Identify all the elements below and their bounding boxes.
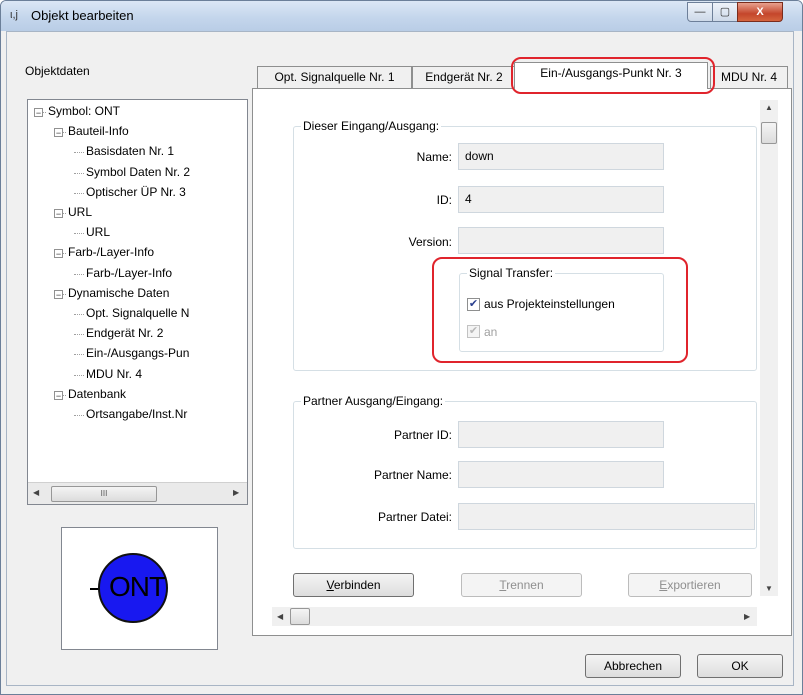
maximize-button[interactable]: ▢ (712, 2, 738, 22)
connect-button-text: erbinden (333, 578, 381, 592)
tree-collapse-icon[interactable]: − (34, 108, 43, 118)
tree-item[interactable]: Basisdaten Nr. 1 (86, 144, 174, 158)
scroll-down-arrow-icon[interactable]: ▼ (765, 584, 773, 593)
partner-id-label: Partner ID: (393, 428, 452, 442)
signal-on-label: an (484, 325, 498, 339)
tree-connector (63, 132, 66, 134)
tree-collapse-icon[interactable]: − (54, 249, 63, 259)
disconnect-button-text: rennen (506, 578, 544, 592)
tree-collapse-icon[interactable]: − (54, 209, 63, 219)
close-button[interactable]: X (737, 2, 783, 22)
partner-file-label: Partner Datei: (377, 510, 452, 524)
project-settings-checkbox[interactable]: ✔ (467, 298, 480, 311)
tree-connector (74, 314, 84, 315)
scroll-right-arrow-icon[interactable]: ▶ (233, 488, 239, 497)
title-bar[interactable]: ι,ϳ Objekt bearbeiten — ▢ X (1, 1, 802, 31)
tree-connector (63, 394, 66, 396)
tree-item[interactable]: Dynamische Daten (68, 286, 169, 300)
tree-connector (74, 354, 84, 356)
app-icon: ι,ϳ (10, 9, 18, 21)
export-button[interactable]: Exportieren (628, 573, 752, 597)
tree-item[interactable]: Farb-/Layer-Info (86, 266, 172, 280)
tree-item[interactable]: Datenbank (68, 387, 126, 401)
signal-transfer-title: Signal Transfer: (467, 266, 556, 280)
tree-connector (43, 112, 46, 113)
tree-item[interactable]: Bauteil-Info (68, 124, 129, 138)
disconnect-button[interactable]: Trennen (461, 573, 582, 597)
tab-opt-signalquelle[interactable]: Opt. Signalquelle Nr. 1 (257, 66, 412, 88)
id-label: ID: (436, 193, 452, 207)
partner-file-field[interactable] (458, 503, 755, 530)
scroll-up-arrow-icon[interactable]: ▲ (765, 103, 773, 112)
panel-vertical-scrollbar[interactable]: ▲ ▼ (760, 100, 778, 596)
name-label: Name: (416, 150, 452, 164)
io-group-title: Dieser Eingang/Ausgang: (301, 119, 442, 133)
tree-item[interactable]: Endgerät Nr. 2 (86, 326, 163, 340)
symbol-preview: ONT (61, 527, 218, 650)
tree-item[interactable]: Opt. Signalquelle N (86, 306, 189, 320)
tree-scroll-thumb[interactable]: III (51, 486, 157, 502)
section-label-objektdaten: Objektdaten (25, 64, 90, 78)
panel-vscroll-thumb[interactable] (761, 122, 777, 144)
panel-horizontal-scrollbar[interactable]: ◀ ▶ (272, 607, 757, 626)
tree-collapse-icon[interactable]: − (54, 128, 63, 138)
panel-hscroll-thumb[interactable] (290, 608, 310, 625)
tree-item[interactable]: Symbol Daten Nr. 2 (86, 165, 190, 179)
export-button-text: xportieren (667, 578, 721, 592)
panel-scroll-left-arrow-icon[interactable]: ◀ (277, 612, 283, 621)
project-settings-label[interactable]: aus Projekteinstellungen (484, 297, 615, 311)
tree-connector (74, 415, 84, 416)
tree-connector (63, 253, 66, 255)
tree-item[interactable]: URL (86, 225, 110, 239)
signal-on-checkbox[interactable]: ✔ (467, 325, 480, 338)
id-field[interactable]: 4 (458, 186, 664, 213)
version-field[interactable] (458, 227, 664, 254)
tree-connector (74, 334, 84, 336)
connect-button[interactable]: Verbinden (293, 573, 414, 597)
tree-connector (74, 273, 84, 275)
panel-scroll-right-arrow-icon[interactable]: ▶ (744, 612, 750, 621)
tab-endgeraet[interactable]: Endgerät Nr. 2 (412, 66, 516, 88)
tree-connector (74, 233, 84, 235)
tree-item[interactable]: Farb-/Layer-Info (68, 245, 154, 259)
tree-item[interactable]: Ein-/Ausgangs-Pun (86, 346, 189, 360)
tree-connector (74, 374, 84, 376)
tree-item[interactable]: Symbol: ONT (48, 104, 120, 118)
tree-horizontal-scrollbar[interactable]: ◀ III ▶ (28, 482, 247, 504)
scroll-left-arrow-icon[interactable]: ◀ (33, 488, 39, 497)
signal-transfer-group-box (459, 273, 664, 352)
partner-group-title: Partner Ausgang/Eingang: (301, 394, 446, 408)
tree-item[interactable]: MDU Nr. 4 (86, 367, 142, 381)
object-tree[interactable]: Symbol: ONT − Bauteil-Info − Basisdaten Nr. … (27, 99, 248, 505)
name-field[interactable]: down (458, 143, 664, 170)
version-label: Version: (408, 235, 452, 249)
tree-connector (74, 172, 84, 174)
partner-name-field[interactable] (458, 461, 664, 488)
tree-connector (74, 152, 84, 154)
tree-connector (63, 213, 66, 214)
tree-connector (74, 192, 84, 194)
cancel-button[interactable]: Abbrechen (585, 654, 681, 678)
tab-ein-ausgangs-punkt[interactable]: Ein-/Ausgangs-Punkt Nr. 3 (514, 62, 708, 89)
tree-item[interactable]: Ortsangabe/Inst.Nr (86, 407, 187, 421)
window-title: Objekt bearbeiten (31, 8, 134, 23)
ok-button[interactable]: OK (697, 654, 783, 678)
tree-collapse-icon[interactable]: − (54, 390, 63, 400)
minimize-button[interactable]: — (687, 2, 713, 22)
tree-collapse-icon[interactable]: − (54, 289, 63, 299)
tree-item[interactable]: Optischer ÜP Nr. 3 (86, 185, 186, 199)
ont-symbol-label: ONT (108, 571, 166, 602)
partner-name-label: Partner Name: (373, 468, 452, 482)
partner-id-field[interactable] (458, 421, 664, 448)
connect-button-accel: V (326, 578, 334, 592)
tree-connector (63, 293, 66, 295)
tab-mdu[interactable]: MDU Nr. 4 (710, 66, 788, 88)
tree-item[interactable]: URL (68, 205, 92, 219)
